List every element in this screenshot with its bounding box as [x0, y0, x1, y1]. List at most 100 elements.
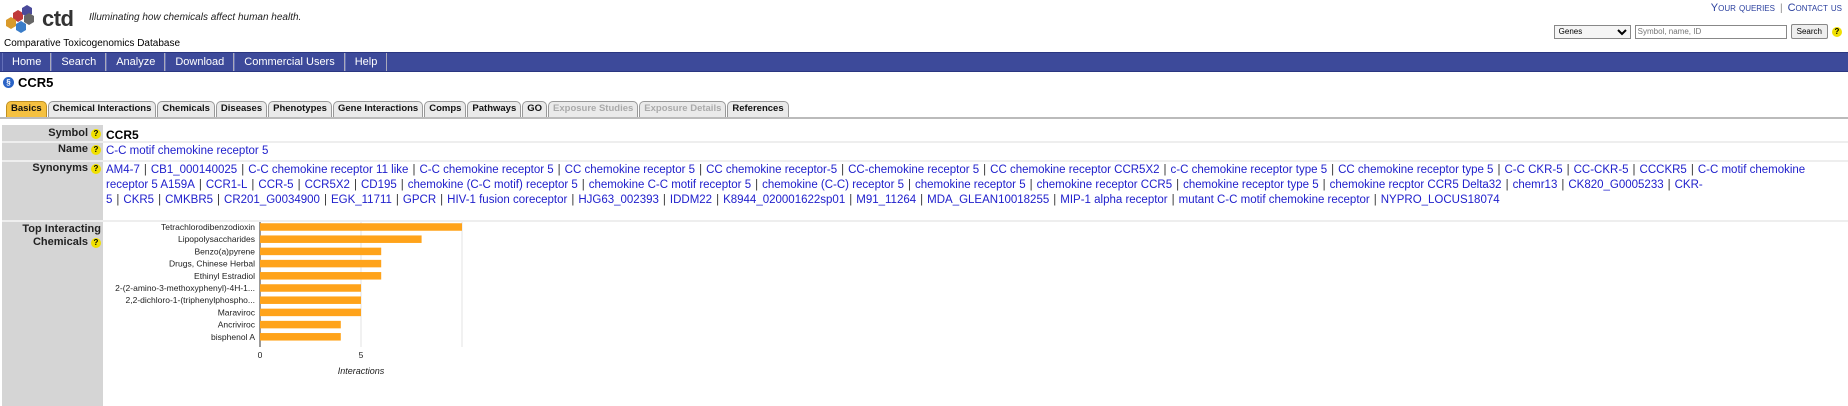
- synonym-link[interactable]: NYPRO_LOCUS18074: [1381, 194, 1500, 206]
- synonym-link[interactable]: CMKBR5: [165, 194, 213, 206]
- label-name-text: Name: [58, 143, 88, 155]
- category-label: Lipopolysaccharides: [178, 234, 255, 244]
- nav-download[interactable]: Download: [165, 53, 235, 71]
- synonym-link[interactable]: CCR1-L: [206, 179, 248, 191]
- synonym-link[interactable]: CR201_G0034900: [224, 194, 320, 206]
- synonym-link[interactable]: CCR5X2: [305, 179, 350, 191]
- bar[interactable]: [260, 296, 361, 304]
- synonym-link[interactable]: chemokine (C-C motif) receptor 5: [408, 179, 578, 191]
- nav-search[interactable]: Search: [51, 53, 107, 71]
- tab-gene-interactions[interactable]: Gene Interactions: [332, 101, 424, 117]
- synonym-link[interactable]: c-C chemokine receptor type 5: [1171, 164, 1328, 176]
- nav-home[interactable]: Home: [2, 53, 52, 71]
- tab-phenotypes[interactable]: Phenotypes: [268, 101, 332, 117]
- tab-exposure-studies: Exposure Studies: [548, 101, 639, 117]
- header: ctd Illuminating how chemicals affect hu…: [0, 0, 1848, 50]
- label-symbol: Symbol?: [48, 127, 101, 139]
- bar[interactable]: [260, 272, 382, 280]
- synonym-link[interactable]: C-C chemokine receptor 11 like: [248, 164, 408, 176]
- synonym-link[interactable]: HIV-1 fusion coreceptor: [447, 194, 567, 206]
- synonym-link[interactable]: chemokine (C-C) receptor 5: [762, 179, 904, 191]
- synonym-link[interactable]: CC chemokine receptor type 5: [1338, 164, 1493, 176]
- symbol-help-icon[interactable]: ?: [91, 129, 101, 139]
- synonym-link[interactable]: CKR5: [123, 194, 154, 206]
- search-type-select[interactable]: Genes: [1553, 24, 1631, 39]
- label-column: Symbol? Name? Synonyms? Top Interacting C…: [2, 125, 103, 406]
- nav-commercial-users[interactable]: Commercial Users: [234, 53, 345, 71]
- tab-chemicals[interactable]: Chemicals: [157, 101, 215, 117]
- bar[interactable]: [260, 333, 341, 341]
- synonym-link[interactable]: CC-CKR-5: [1574, 164, 1629, 176]
- synonym-link[interactable]: MDA_GLEAN10018255: [927, 194, 1049, 206]
- synonym-separator: |: [755, 179, 759, 191]
- nav-analyze[interactable]: Analyze: [106, 53, 166, 71]
- tab-chemical-interactions[interactable]: Chemical Interactions: [47, 101, 157, 117]
- bar[interactable]: [260, 247, 382, 256]
- synonym-link[interactable]: CB1_000140025: [151, 164, 237, 176]
- bar[interactable]: [260, 235, 422, 243]
- synonym-link[interactable]: MIP-1 alpha receptor: [1060, 194, 1167, 206]
- synonym-link[interactable]: GPCR: [403, 194, 436, 206]
- synonym-separator: |: [699, 164, 703, 176]
- tab-diseases[interactable]: Diseases: [215, 101, 268, 117]
- tab-pathways[interactable]: Pathways: [467, 101, 522, 117]
- synonym-link[interactable]: chemokine receptor 5: [915, 179, 1026, 191]
- tab-references[interactable]: References: [727, 101, 789, 117]
- synonym-separator: |: [557, 164, 561, 176]
- top-chemicals-help-icon[interactable]: ?: [91, 238, 101, 248]
- main-nav: Home Search Analyze Download Commercial …: [0, 52, 1848, 72]
- search-input[interactable]: [1634, 24, 1787, 39]
- synonyms-help-icon[interactable]: ?: [91, 164, 101, 174]
- synonym-link[interactable]: CC chemokine receptor-5: [706, 164, 837, 176]
- bar[interactable]: [260, 320, 341, 329]
- synonym-link[interactable]: C-C CKR-5: [1504, 164, 1562, 176]
- synonym-link[interactable]: CCR-5: [258, 179, 293, 191]
- synonym-link[interactable]: AM4-7: [106, 164, 140, 176]
- tab-comps[interactable]: Comps: [424, 101, 467, 117]
- synonym-link[interactable]: CC-chemokine receptor 5: [848, 164, 979, 176]
- synonym-link[interactable]: chemokine receptor CCR5: [1037, 179, 1173, 191]
- synonym-link[interactable]: IDDM22: [670, 194, 712, 206]
- tab-basics[interactable]: Basics: [6, 101, 47, 117]
- bar[interactable]: [260, 259, 382, 268]
- synonym-link[interactable]: CK820_G0005233: [1568, 179, 1663, 191]
- synonym-link[interactable]: chemokine C-C motif receptor 5: [589, 179, 751, 191]
- symbol-value: CCR5: [106, 128, 139, 142]
- synonym-separator: |: [217, 194, 221, 206]
- synonym-link[interactable]: mutant C-C motif chemokine receptor: [1179, 194, 1370, 206]
- search-button[interactable]: Search: [1790, 24, 1828, 39]
- synonym-separator: |: [1322, 179, 1326, 191]
- label-symbol-text: Symbol: [48, 127, 88, 139]
- synonym-link[interactable]: CC chemokine receptor CCR5X2: [990, 164, 1159, 176]
- synonym-separator: |: [1029, 179, 1033, 191]
- gene-name-link[interactable]: C-C motif chemokine receptor 5: [106, 145, 268, 157]
- synonym-link[interactable]: chemr13: [1513, 179, 1558, 191]
- bar[interactable]: [260, 284, 361, 292]
- bar[interactable]: [260, 223, 462, 231]
- tab-exposure-details: Exposure Details: [639, 101, 727, 117]
- tab-go[interactable]: GO: [522, 101, 548, 117]
- synonym-link[interactable]: CCCKR5: [1640, 164, 1687, 176]
- tab-divider: [0, 117, 1848, 119]
- synonym-link[interactable]: CD195: [361, 179, 397, 191]
- synonym-link[interactable]: M91_11264: [856, 194, 916, 206]
- label-synonyms: Synonyms?: [32, 162, 101, 174]
- synonym-separator: |: [353, 179, 357, 191]
- tagline: Illuminating how chemicals affect human …: [89, 12, 302, 23]
- synonym-link[interactable]: chemokine recptor CCR5 Delta32: [1330, 179, 1502, 191]
- ctd-logo[interactable]: ctd: [4, 4, 76, 34]
- search-bar: Genes Search ?: [1553, 24, 1842, 39]
- contact-us-link[interactable]: Contact us: [1788, 2, 1842, 14]
- name-help-icon[interactable]: ?: [91, 145, 101, 155]
- synonym-separator: |: [908, 179, 911, 191]
- synonym-link[interactable]: C-C chemokine receptor 5: [419, 164, 553, 176]
- synonym-link[interactable]: CC chemokine receptor 5: [565, 164, 695, 176]
- synonym-link[interactable]: K8944_020001622sp01: [723, 194, 845, 206]
- synonym-link[interactable]: EGK_11711: [331, 194, 392, 206]
- nav-help[interactable]: Help: [344, 53, 388, 71]
- your-queries-link[interactable]: Your queries: [1711, 2, 1775, 14]
- bar[interactable]: [260, 308, 361, 317]
- synonym-link[interactable]: chemokine receptor type 5: [1183, 179, 1319, 191]
- help-icon[interactable]: ?: [1832, 26, 1842, 37]
- synonym-link[interactable]: HJG63_002393: [578, 194, 659, 206]
